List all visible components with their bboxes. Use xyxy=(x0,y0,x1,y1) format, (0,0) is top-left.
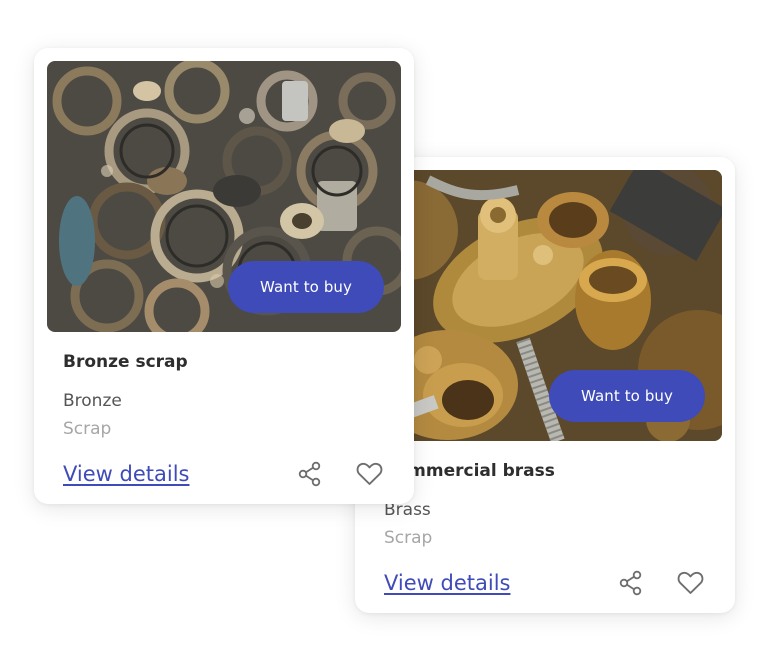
product-card-bronze-scrap: Want to buy Bronze scrap Bronze Scrap Vi… xyxy=(34,48,414,504)
product-image[interactable]: Want to buy xyxy=(47,61,401,332)
card-footer: View details xyxy=(368,566,722,600)
heart-icon[interactable] xyxy=(677,571,704,595)
card-material: Bronze xyxy=(63,391,122,411)
share-icon[interactable] xyxy=(298,461,322,487)
heart-icon[interactable] xyxy=(356,462,383,486)
card-category: Scrap xyxy=(384,528,433,548)
product-image[interactable]: Want to buy xyxy=(368,170,722,441)
share-icon[interactable] xyxy=(619,570,643,596)
card-title: Commercial brass xyxy=(384,461,555,481)
card-actions xyxy=(619,570,722,596)
view-details-link[interactable]: View details xyxy=(384,571,510,595)
view-details-link[interactable]: View details xyxy=(63,462,189,486)
card-title: Bronze scrap xyxy=(63,352,188,372)
want-to-buy-button[interactable]: Want to buy xyxy=(549,370,705,422)
card-actions xyxy=(298,461,401,487)
want-to-buy-button[interactable]: Want to buy xyxy=(228,261,384,313)
card-material: Brass xyxy=(384,500,431,520)
card-category: Scrap xyxy=(63,419,112,439)
card-footer: View details xyxy=(47,457,401,491)
